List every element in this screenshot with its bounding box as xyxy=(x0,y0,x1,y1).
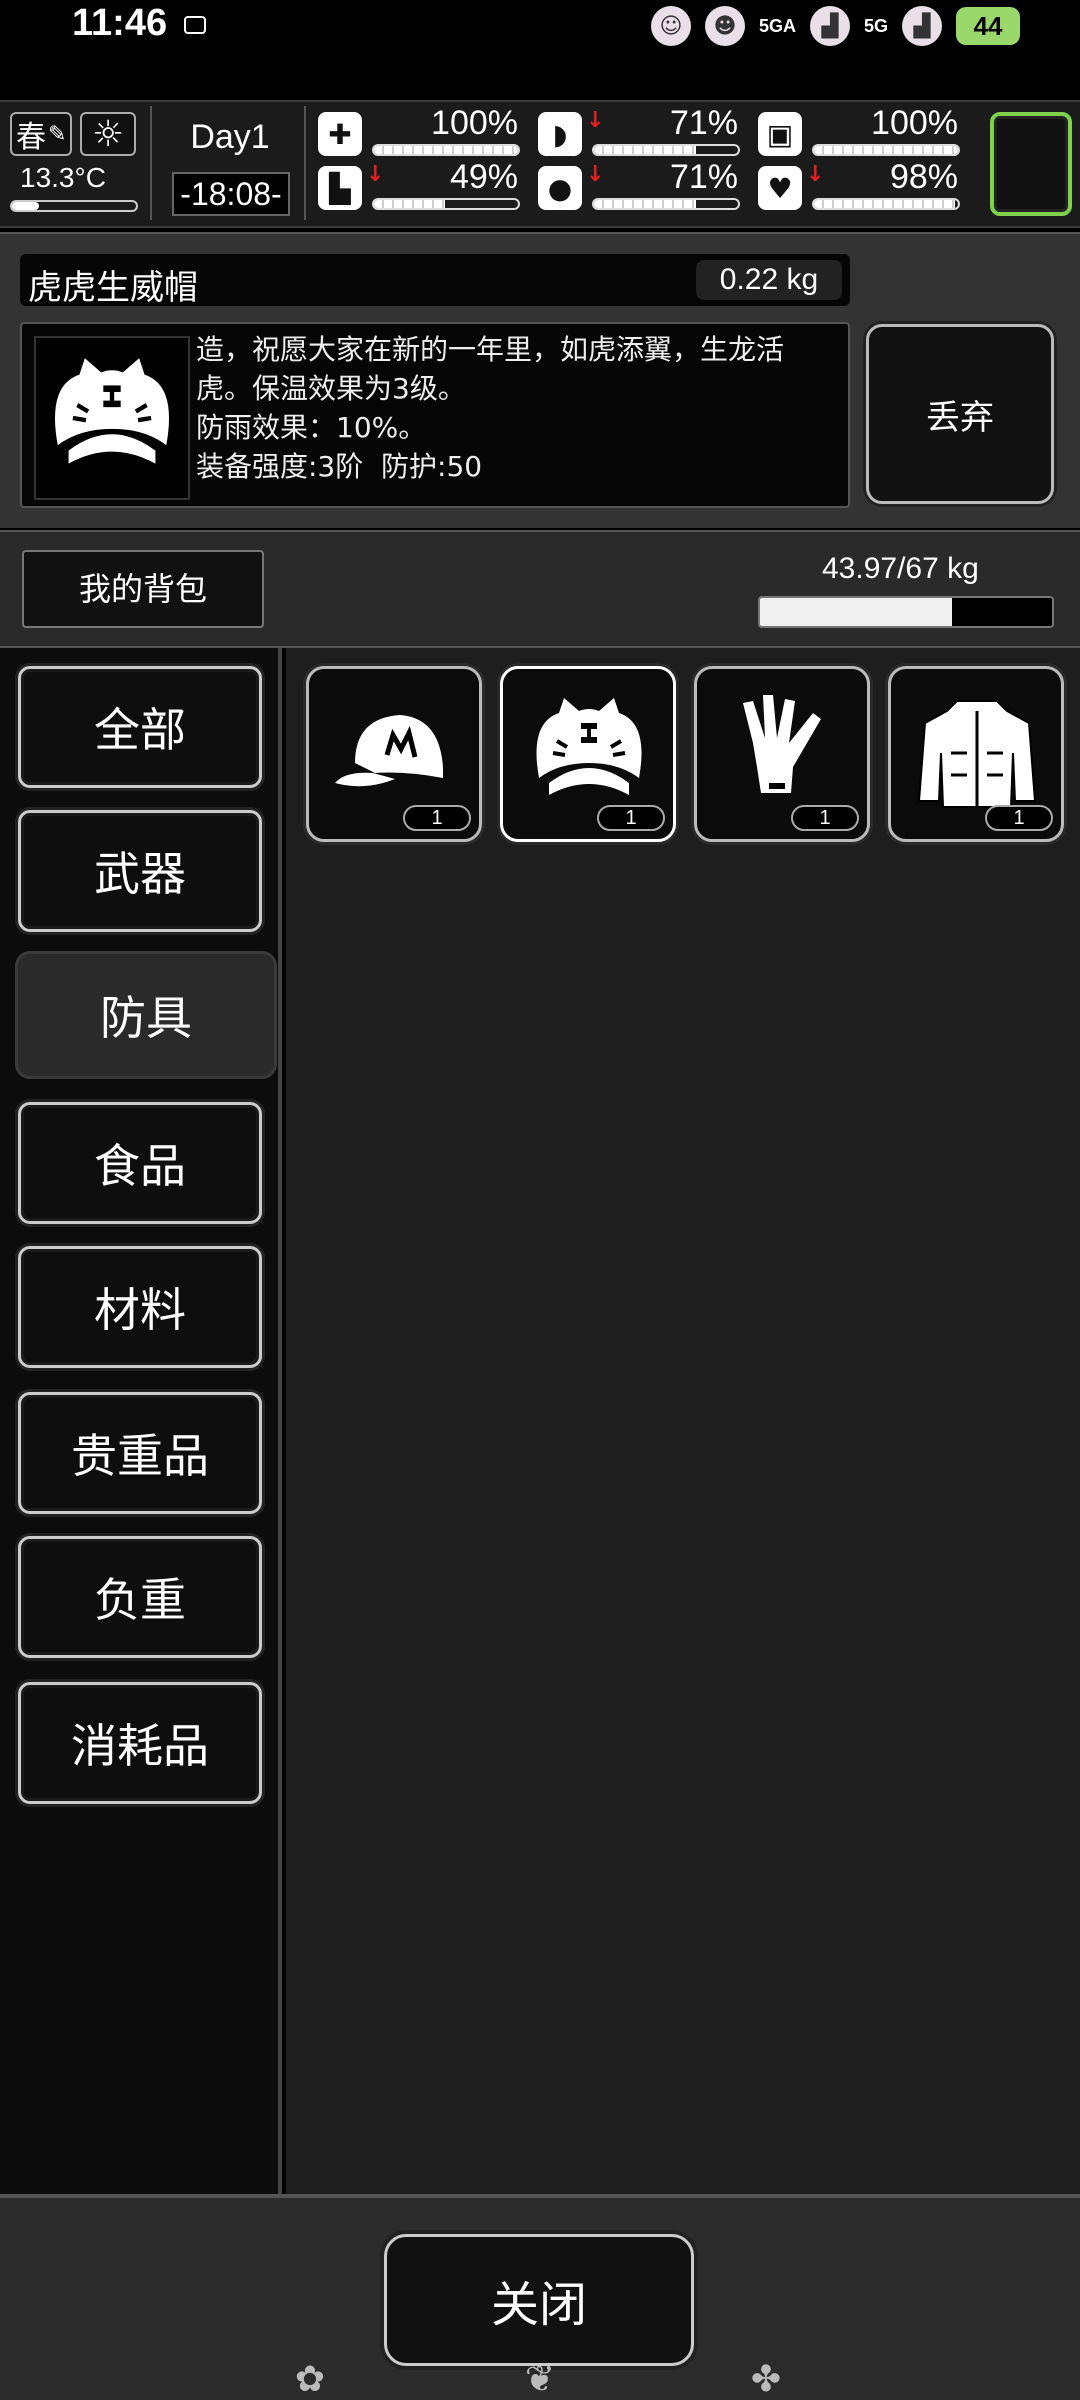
flower-icon[interactable]: ✿ xyxy=(288,2358,332,2400)
thermometer-bar xyxy=(10,200,138,212)
sun-icon: ☼ xyxy=(80,112,136,156)
app-notification-icon: ☻ xyxy=(704,6,745,46)
network-5ga-label: 5GA xyxy=(758,15,796,36)
decrease-arrow-icon: ↓ xyxy=(366,162,385,187)
tiger-hat-icon xyxy=(536,698,642,795)
decrease-arrow-icon: ↓ xyxy=(806,162,825,187)
inventory-slot[interactable]: 1 xyxy=(694,666,870,842)
item-count: 1 xyxy=(985,805,1053,831)
item-weight: 0.22 kg xyxy=(696,260,842,300)
day-label: Day1 xyxy=(190,118,270,156)
season-indicator: 春 ✎ xyxy=(10,112,72,156)
walking-stat: ▙ ↓ 49% xyxy=(318,158,528,214)
category-consumables[interactable]: 消耗品 xyxy=(18,1682,262,1804)
mood-value: 98% xyxy=(889,158,958,196)
close-button[interactable]: 关闭 xyxy=(384,2234,694,2366)
hunger-stat: ◗ ↓ 71% xyxy=(538,104,748,160)
stamina-stat: ▣ 100% xyxy=(758,104,968,160)
signal-icon: ▟ xyxy=(902,6,942,46)
canister-icon: ▣ xyxy=(758,112,802,156)
boot-icon: ▙ xyxy=(318,166,362,210)
category-materials[interactable]: 材料 xyxy=(18,1246,262,1368)
status-bar: 11:46 ☺ ☻ 5GA ▟ 5G ▟ 44 xyxy=(0,0,1080,100)
backpack-capacity-bar xyxy=(758,596,1054,628)
medkit-icon: ✚ xyxy=(318,112,362,156)
battery-indicator: 44 xyxy=(956,7,1020,45)
status-icons: ☺ ☻ 5GA ▟ 5G ▟ 44 xyxy=(650,6,1020,46)
backpack-header: 我的背包 43.97/67 kg xyxy=(0,530,1080,648)
category-all[interactable]: 全部 xyxy=(18,666,262,788)
item-count: 1 xyxy=(791,805,859,831)
baseball-cap-icon xyxy=(335,715,443,787)
category-food[interactable]: 食品 xyxy=(18,1102,262,1224)
discard-button[interactable]: 丢弃 xyxy=(866,324,1054,504)
network-5g-label: 5G xyxy=(863,15,888,36)
category-load[interactable]: 负重 xyxy=(18,1536,262,1658)
footer-bar: 关闭 ✿ ❦ ✤ xyxy=(0,2194,1080,2400)
category-valuables[interactable]: 贵重品 xyxy=(18,1392,262,1514)
glove-icon xyxy=(743,695,821,793)
day-panel: Day1 -18:08- xyxy=(150,106,306,220)
item-name-bar: 虎虎生威帽 0.22 kg xyxy=(20,254,850,308)
status-time: 11:46 xyxy=(72,2,168,44)
feather-icon: ✎ xyxy=(48,121,67,147)
heart-icon: ♥ xyxy=(758,166,802,210)
temperature-label: 13.3°C xyxy=(20,162,106,193)
clover-icon[interactable]: ✤ xyxy=(744,2358,788,2400)
quick-slot[interactable] xyxy=(990,112,1072,216)
stamina-value: 100% xyxy=(871,104,958,142)
backpack-title: 我的背包 xyxy=(22,550,264,628)
mood-stat: ♥ ↓ 98% xyxy=(758,158,968,214)
notification-icon xyxy=(184,16,206,34)
item-description: 造，祝愿大家在新的一年里，如虎添翼，生龙活 虎。保温效果为3级。 防雨效果：10… xyxy=(196,333,785,483)
thirst-stat: ● ↓ 71% xyxy=(538,158,748,214)
item-name: 虎虎生威帽 xyxy=(28,268,198,308)
leaf-icon[interactable]: ❦ xyxy=(518,2358,562,2400)
item-count: 1 xyxy=(403,805,471,831)
jacket-icon xyxy=(917,700,1037,808)
app-notification-icon: ☺ xyxy=(650,6,691,46)
category-sidebar: 全部 武器 防具 食品 材料 贵重品 负重 消耗品 xyxy=(0,648,282,2194)
inventory-grid: 1 1 1 1 xyxy=(286,648,1080,2194)
item-count: 1 xyxy=(597,805,665,831)
category-armor[interactable]: 防具 xyxy=(18,954,274,1076)
hunger-value: 71% xyxy=(669,104,738,142)
tiger-hat-icon xyxy=(34,336,190,500)
inventory-slot[interactable]: 1 xyxy=(500,666,676,842)
inventory-slot[interactable]: 1 xyxy=(888,666,1064,842)
decrease-arrow-icon: ↓ xyxy=(586,162,605,187)
item-detail-panel: 虎虎生威帽 0.22 kg 造，祝愿大家在新的一年里，如虎添翼，生龙活 虎。保温… xyxy=(0,232,1080,528)
inventory-slot[interactable]: 1 xyxy=(306,666,482,842)
decrease-arrow-icon: ↓ xyxy=(586,108,605,133)
season-label: 春 xyxy=(16,120,46,155)
clock-label: -18:08- xyxy=(172,172,290,216)
category-weapons[interactable]: 武器 xyxy=(18,810,262,932)
walking-value: 49% xyxy=(449,158,518,196)
stomach-icon: ◗ xyxy=(538,112,582,156)
thirst-value: 71% xyxy=(669,158,738,196)
health-stat: ✚ 100% xyxy=(318,104,528,160)
health-value: 100% xyxy=(431,104,518,142)
signal-icon: ▟ xyxy=(809,6,850,46)
item-description-box: 造，祝愿大家在新的一年里，如虎添翼，生龙活 虎。保温效果为3级。 防雨效果：10… xyxy=(20,322,850,508)
survival-hud: 春 ✎ ☼ 13.3°C Day1 -18:08- ✚ 100% ◗ ↓ 71% … xyxy=(0,100,1080,228)
water-drop-icon: ● xyxy=(538,166,582,210)
backpack-weight: 43.97/67 kg xyxy=(822,552,979,585)
